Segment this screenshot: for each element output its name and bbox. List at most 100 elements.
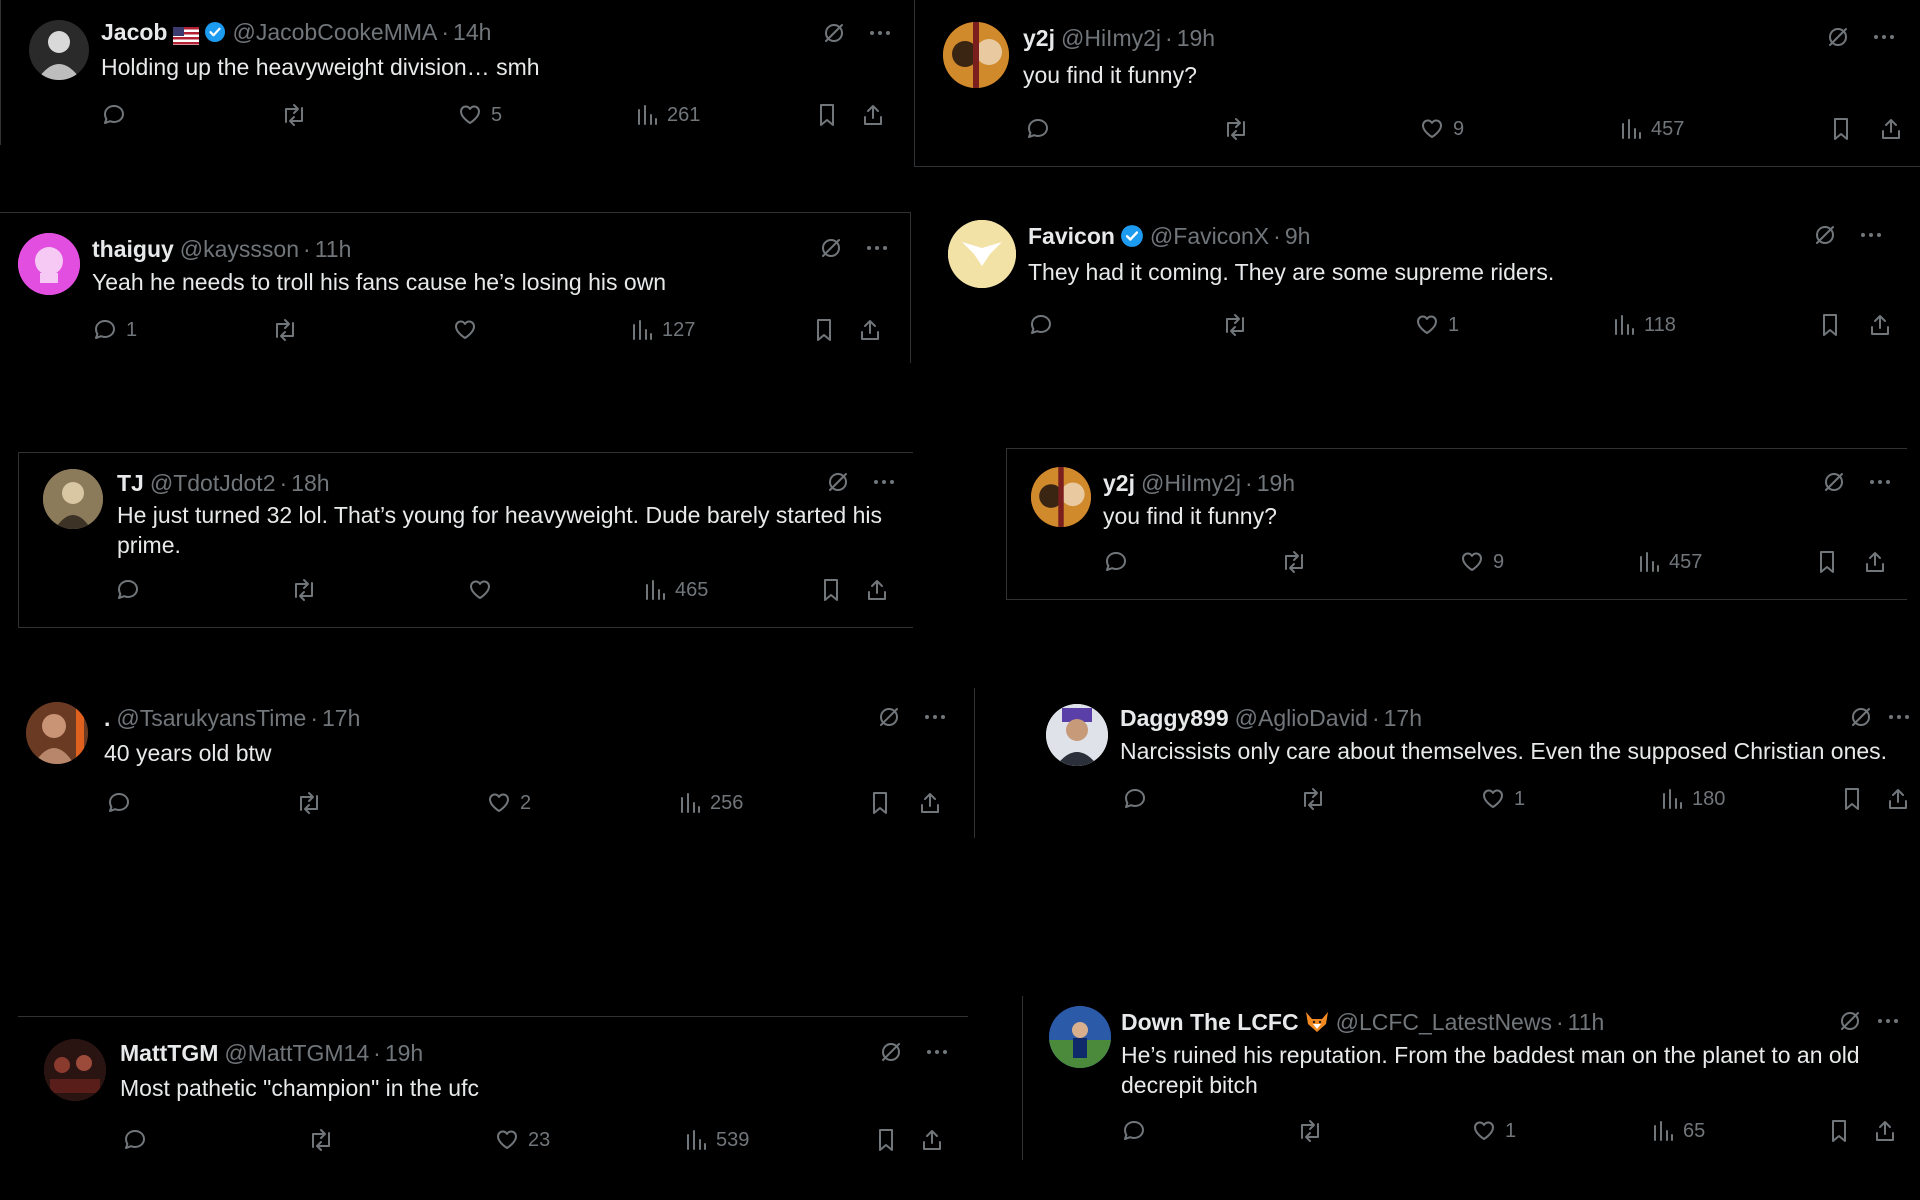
timestamp[interactable]: 11h [315,235,352,263]
retweet-button[interactable] [289,577,327,603]
more-icon[interactable] [1871,24,1897,55]
grok-icon[interactable] [876,704,902,735]
timestamp[interactable]: 18h [291,469,329,497]
bookmark-button[interactable] [1818,312,1842,338]
avatar[interactable] [948,220,1016,288]
retweet-button[interactable] [279,102,317,128]
tweet-card[interactable]: MattTGM @MattTGM14 · 19h Most pathetic "… [18,1016,968,1177]
retweet-button[interactable] [1295,1118,1333,1144]
retweet-button[interactable] [1221,116,1259,142]
timestamp[interactable]: 11h [1568,1008,1605,1036]
grok-icon[interactable] [818,235,844,266]
reply-button[interactable] [1025,116,1059,142]
grok-icon[interactable] [1825,24,1851,55]
views-button[interactable]: 457 [1619,116,1684,142]
username[interactable]: @kayssson [180,235,299,263]
share-button[interactable] [865,577,889,603]
username[interactable]: @TsarukyansTime [116,704,306,732]
share-button[interactable] [861,102,885,128]
like-button[interactable]: 9 [1459,549,1504,575]
like-button[interactable]: 23 [494,1127,550,1153]
share-button[interactable] [1886,786,1910,812]
retweet-button[interactable] [1279,549,1317,575]
like-button[interactable]: 9 [1419,116,1464,142]
views-button[interactable]: 539 [684,1127,749,1153]
more-icon[interactable] [1886,704,1912,735]
username[interactable]: @MattTGM14 [224,1039,369,1067]
display-name[interactable]: Down The LCFC [1121,1008,1299,1036]
grok-icon[interactable] [825,469,851,500]
display-name[interactable]: Favicon [1028,222,1115,250]
grok-icon[interactable] [878,1039,904,1070]
username[interactable]: @HiImy2j [1061,24,1161,52]
grok-icon[interactable] [821,20,847,51]
more-icon[interactable] [1875,1008,1901,1039]
avatar[interactable] [26,702,88,764]
avatar[interactable] [943,22,1009,88]
display-name[interactable]: Daggy899 [1120,704,1229,732]
like-button[interactable] [452,317,486,343]
username[interactable]: @HiImy2j [1141,469,1241,497]
more-icon[interactable] [924,1039,950,1070]
username[interactable]: @FaviconX [1150,222,1269,250]
share-button[interactable] [1863,549,1887,575]
display-name[interactable]: y2j [1103,469,1135,497]
retweet-button[interactable] [1298,786,1336,812]
reply-button[interactable] [1103,549,1137,575]
views-button[interactable]: 118 [1612,312,1676,338]
display-name[interactable]: thaiguy [92,235,174,263]
like-button[interactable]: 1 [1414,312,1459,338]
more-icon[interactable] [922,704,948,735]
avatar[interactable] [1046,704,1108,766]
timestamp[interactable]: 19h [1177,24,1215,52]
tweet-card[interactable]: y2j @HiImy2j · 19h you find it funny? 9 … [1006,448,1907,600]
avatar[interactable] [43,469,103,529]
tweet-card[interactable]: TJ @TdotJdot2 · 18h He just turned 32 lo… [18,452,913,628]
like-button[interactable]: 1 [1471,1118,1516,1144]
bookmark-button[interactable] [1829,116,1853,142]
display-name[interactable]: y2j [1023,24,1055,52]
grok-icon[interactable] [1848,704,1874,735]
share-button[interactable] [1868,312,1892,338]
bookmark-button[interactable] [812,317,836,343]
timestamp[interactable]: 14h [453,18,491,46]
timestamp[interactable]: 17h [1384,704,1422,732]
views-button[interactable]: 127 [630,317,695,343]
avatar[interactable] [18,233,80,295]
retweet-button[interactable] [294,790,332,816]
bookmark-button[interactable] [868,790,892,816]
reply-button[interactable] [122,1127,156,1153]
bookmark-button[interactable] [1840,786,1864,812]
views-button[interactable]: 65 [1651,1118,1705,1144]
more-icon[interactable] [864,235,890,266]
retweet-button[interactable] [1220,312,1258,338]
reply-button[interactable] [1122,786,1156,812]
retweet-button[interactable] [270,317,308,343]
avatar[interactable] [29,20,89,80]
timestamp[interactable]: 9h [1285,222,1311,250]
username[interactable]: @TdotJdot2 [150,469,276,497]
tweet-card[interactable]: . @TsarukyansTime · 17h 40 years old btw… [0,688,975,838]
tweet-card[interactable]: y2j @HiImy2j · 19h you find it funny? 9 … [914,0,1920,167]
more-icon[interactable] [867,20,893,51]
views-button[interactable]: 457 [1637,549,1702,575]
reply-button[interactable] [1121,1118,1155,1144]
tweet-card[interactable]: Jacob @JacobCookeMMA · 14h Holding up th… [0,0,911,145]
tweet-card[interactable]: Daggy899 @AglioDavid · 17h Narcissists o… [1030,688,1920,838]
display-name[interactable]: MattTGM [120,1039,218,1067]
timestamp[interactable]: 19h [385,1039,423,1067]
timestamp[interactable]: 19h [1257,469,1295,497]
views-button[interactable]: 256 [678,790,743,816]
more-icon[interactable] [1867,469,1893,500]
grok-icon[interactable] [1837,1008,1863,1039]
like-button[interactable]: 2 [486,790,531,816]
tweet-card[interactable]: thaiguy @kayssson · 11h Yeah he needs to… [0,212,911,363]
avatar[interactable] [44,1039,106,1101]
display-name[interactable]: Jacob [101,18,167,46]
username[interactable]: @LCFC_LatestNews [1336,1008,1552,1036]
bookmark-button[interactable] [819,577,843,603]
username[interactable]: @JacobCookeMMA [232,18,437,46]
avatar[interactable] [1031,467,1091,527]
grok-icon[interactable] [1821,469,1847,500]
share-button[interactable] [1873,1118,1897,1144]
